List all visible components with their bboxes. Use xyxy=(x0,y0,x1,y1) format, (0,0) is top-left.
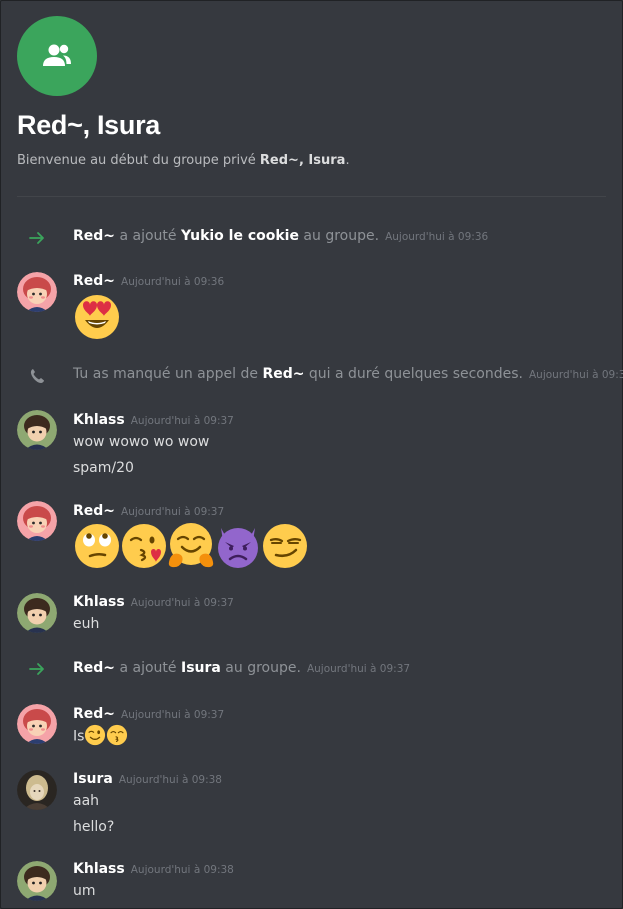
heart-eyes-emoji[interactable] xyxy=(73,292,121,340)
message-content: um xyxy=(73,883,96,899)
message-timestamp: Aujourd'hui à 09:37 xyxy=(130,415,234,427)
missed-call-icon xyxy=(28,367,46,385)
eye-roll-emoji[interactable] xyxy=(73,522,121,570)
group-title: Red~, Isura xyxy=(17,110,161,140)
header-divider xyxy=(17,196,606,197)
kissing-smile-emoji[interactable] xyxy=(106,724,128,746)
join-arrow-icon xyxy=(28,229,46,247)
username[interactable]: Khlass xyxy=(73,861,125,877)
avatar[interactable] xyxy=(17,593,57,633)
message-content xyxy=(73,292,120,340)
join-arrow-icon xyxy=(28,660,46,678)
avatar[interactable] xyxy=(17,272,57,312)
group-welcome-text: Bienvenue au début du groupe privé Red~,… xyxy=(17,153,350,168)
message-timestamp: Aujourd'hui à 09:37 xyxy=(130,597,234,609)
system-target[interactable]: Isura xyxy=(181,660,221,676)
group-dm-icon xyxy=(17,16,97,96)
message-timestamp: Aujourd'hui à 09:37 xyxy=(121,709,225,721)
username[interactable]: Khlass xyxy=(73,412,125,428)
username[interactable]: Red~ xyxy=(73,706,115,722)
wink-emoji[interactable] xyxy=(84,724,106,746)
message-timestamp: Aujourd'hui à 09:36 xyxy=(121,276,225,288)
message-timestamp: Aujourd'hui à 09:37 xyxy=(306,663,411,675)
avatar[interactable] xyxy=(17,410,57,450)
system-target[interactable]: Yukio le cookie xyxy=(181,228,299,244)
username[interactable]: Khlass xyxy=(73,594,125,610)
kiss-emoji[interactable] xyxy=(120,522,168,570)
avatar[interactable] xyxy=(17,501,57,541)
system-actor[interactable]: Red~ xyxy=(73,228,115,244)
system-actor[interactable]: Red~ xyxy=(262,366,304,382)
message-content: hello? xyxy=(73,819,115,835)
message-timestamp: Aujourd'hui à 09:37 xyxy=(121,506,225,518)
avatar[interactable] xyxy=(17,861,57,901)
username[interactable]: Red~ xyxy=(73,273,115,289)
message-timestamp: Aujourd'hui à 09:36 xyxy=(385,231,489,243)
message-content: Is xyxy=(73,727,128,746)
message-content: wow wowo wo wow xyxy=(73,434,210,450)
devil-emoji[interactable] xyxy=(214,522,262,570)
username[interactable]: Red~ xyxy=(73,503,115,519)
message-content: aah xyxy=(73,793,100,809)
message-timestamp: Aujourd'hui à 09:38 xyxy=(118,774,222,786)
system-actor[interactable]: Red~ xyxy=(73,660,115,676)
message-timestamp: Aujourd'hui à 09:38 xyxy=(130,864,234,876)
username[interactable]: Isura xyxy=(73,771,113,787)
message-content: spam/20 xyxy=(73,460,134,476)
people-icon xyxy=(43,44,71,66)
hug-emoji[interactable] xyxy=(167,522,215,570)
smirk-emoji[interactable] xyxy=(261,522,309,570)
message-content: euh xyxy=(73,616,100,632)
message-timestamp: Aujourd'hui à 09:36 xyxy=(529,369,623,381)
message-content xyxy=(73,522,308,570)
avatar[interactable] xyxy=(17,704,57,744)
avatar[interactable] xyxy=(17,770,57,810)
